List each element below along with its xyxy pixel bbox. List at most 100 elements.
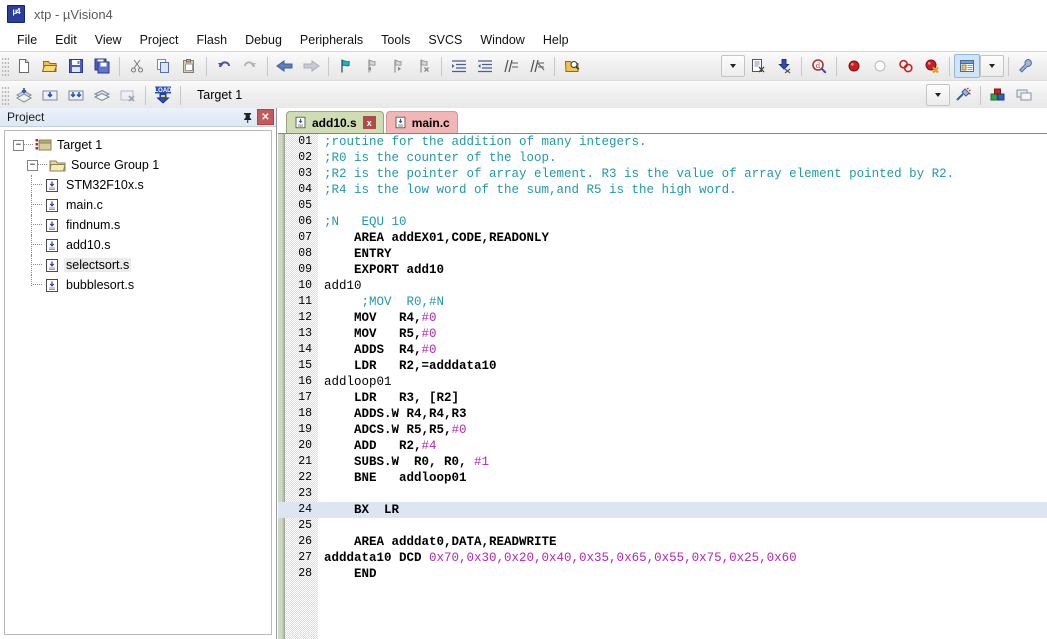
load-icon[interactable]: LOAD (150, 83, 176, 107)
dropdown-arrow-icon[interactable] (721, 55, 745, 77)
target-options-icon[interactable] (950, 83, 976, 107)
wrench-icon[interactable] (1013, 54, 1039, 78)
menu-window[interactable]: Window (471, 30, 533, 50)
code-line[interactable]: 23 (278, 486, 1047, 502)
code-line[interactable]: 24 BX LR (278, 502, 1047, 518)
menu-help[interactable]: Help (534, 30, 578, 50)
code-line[interactable]: 02 ;R0 is the counter of the loop. (278, 150, 1047, 166)
menu-tools[interactable]: Tools (372, 30, 419, 50)
tree-node-file-selectsort[interactable]: selectsort.s (5, 255, 271, 275)
save-all-icon[interactable] (89, 54, 115, 78)
menu-debug[interactable]: Debug (236, 30, 291, 50)
code-line[interactable]: 17 LDR R3, [R2] (278, 390, 1047, 406)
tree-node-file-stm32f10x[interactable]: STM32F10x.s (5, 175, 271, 195)
tree-node-target[interactable]: − Target 1 (5, 135, 271, 155)
tree-node-file-add10[interactable]: add10.s (5, 235, 271, 255)
code-line[interactable]: 04 ;R4 is the low word of the sum,and R5 … (278, 182, 1047, 198)
window-manager-dropdown[interactable] (980, 55, 1004, 77)
back-arrow-icon[interactable] (272, 54, 298, 78)
tree-node-file-bubblesort[interactable]: bubblesort.s (5, 275, 271, 295)
code-line[interactable]: 08 ENTRY (278, 246, 1047, 262)
toolbar-grip[interactable] (2, 56, 9, 76)
new-file-icon[interactable] (11, 54, 37, 78)
code-line[interactable]: 01 ;routine for the addition of many inte… (278, 134, 1047, 150)
open-folder-search-icon[interactable] (559, 54, 585, 78)
code-line[interactable]: 28 END (278, 566, 1047, 582)
bookmark-prev-icon[interactable] (359, 54, 385, 78)
bookmark-clear-icon[interactable] (411, 54, 437, 78)
code-line[interactable]: 27 adddata10 DCD 0x70,0x30,0x20,0x40,0x35… (278, 550, 1047, 566)
pin-icon[interactable] (239, 110, 255, 125)
code-line[interactable]: 09 EXPORT add10 (278, 262, 1047, 278)
window-manager-icon[interactable] (954, 54, 980, 78)
menu-flash[interactable]: Flash (187, 30, 236, 50)
breakpoint-disable-all-icon[interactable] (893, 54, 919, 78)
bookmark-next-icon[interactable] (385, 54, 411, 78)
editor-tab-close-button[interactable]: x (362, 116, 376, 129)
open-file-icon[interactable] (37, 54, 63, 78)
code-line[interactable]: 20 ADD R2,#4 (278, 438, 1047, 454)
code-line[interactable]: 13 MOV R5,#0 (278, 326, 1047, 342)
code-line[interactable]: 10 add10 (278, 278, 1047, 294)
code-line[interactable]: 22 BNE addloop01 (278, 470, 1047, 486)
stop-build-icon[interactable] (115, 83, 141, 107)
editor-tab-main-c[interactable]: main.c (385, 111, 458, 133)
menu-svcs[interactable]: SVCS (419, 30, 471, 50)
rebuild-icon[interactable] (63, 83, 89, 107)
build-icon[interactable] (37, 83, 63, 107)
cut-icon[interactable] (124, 54, 150, 78)
target-select-value[interactable]: Target 1 (191, 88, 248, 102)
breakpoint-icon[interactable] (841, 54, 867, 78)
forward-arrow-icon[interactable] (298, 54, 324, 78)
code-editor[interactable]: 01 ;routine for the addition of many inte… (278, 134, 1047, 639)
tree-node-file-findnum[interactable]: findnum.s (5, 215, 271, 235)
code-line[interactable]: 05 (278, 198, 1047, 214)
code-lines[interactable]: 01 ;routine for the addition of many inte… (278, 134, 1047, 639)
editor-tab-add10[interactable]: add10.s x (286, 111, 384, 133)
translate-icon[interactable] (11, 83, 37, 107)
code-line[interactable]: 19 ADCS.W R5,R5,#0 (278, 422, 1047, 438)
expander-target[interactable]: − (13, 139, 24, 151)
uncomment-icon[interactable] (524, 54, 550, 78)
comment-icon[interactable] (498, 54, 524, 78)
expander-group[interactable]: − (27, 159, 38, 171)
target-select-dropdown[interactable] (926, 84, 950, 106)
indent-right-icon[interactable] (446, 54, 472, 78)
bookmark-toggle-icon[interactable] (333, 54, 359, 78)
tree-node-group[interactable]: − Source Group 1 (5, 155, 271, 175)
paste-icon[interactable] (176, 54, 202, 78)
manage-components-icon[interactable] (985, 83, 1011, 107)
code-line[interactable]: 18 ADDS.W R4,R4,R3 (278, 406, 1047, 422)
menu-project[interactable]: Project (131, 30, 188, 50)
menu-peripherals[interactable]: Peripherals (291, 30, 372, 50)
menu-view[interactable]: View (86, 30, 131, 50)
code-line[interactable]: 26 AREA adddat0,DATA,READWRITE (278, 534, 1047, 550)
menu-file[interactable]: File (8, 30, 46, 50)
code-line[interactable]: 14 ADDS R4,#0 (278, 342, 1047, 358)
indent-left-icon[interactable] (472, 54, 498, 78)
code-line[interactable]: 11 ;MOV R0,#N (278, 294, 1047, 310)
project-panel-close-button[interactable]: ✕ (257, 109, 274, 125)
tree-node-file-main-c[interactable]: main.c (5, 195, 271, 215)
code-line[interactable]: 25 (278, 518, 1047, 534)
menu-edit[interactable]: Edit (46, 30, 86, 50)
find-icon[interactable]: d (806, 54, 832, 78)
breakpoint-kill-all-icon[interactable] (919, 54, 945, 78)
code-line[interactable]: 03 ;R2 is the pointer of array element. R… (278, 166, 1047, 182)
batch-build-icon[interactable] (89, 83, 115, 107)
code-line[interactable]: 06 ;N EQU 10 (278, 214, 1047, 230)
breakpoint-disable-icon[interactable] (867, 54, 893, 78)
configure-icon[interactable] (745, 54, 771, 78)
multi-project-icon[interactable] (1011, 83, 1037, 107)
code-line[interactable]: 21 SUBS.W R0, R0, #1 (278, 454, 1047, 470)
undo-icon[interactable] (211, 54, 237, 78)
code-line[interactable]: 12 MOV R4,#0 (278, 310, 1047, 326)
code-line[interactable]: 15 LDR R2,=adddata10 (278, 358, 1047, 374)
code-line[interactable]: 07 AREA addEX01,CODE,READONLY (278, 230, 1047, 246)
redo-icon[interactable] (237, 54, 263, 78)
download-icon[interactable] (771, 54, 797, 78)
copy-icon[interactable] (150, 54, 176, 78)
code-line[interactable]: 16 addloop01 (278, 374, 1047, 390)
toolbar-grip[interactable] (2, 85, 9, 105)
save-icon[interactable] (63, 54, 89, 78)
